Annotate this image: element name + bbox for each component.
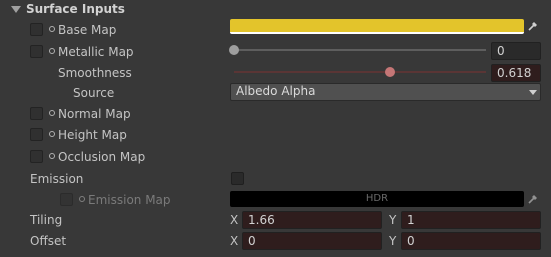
foldout-arrow-icon[interactable] <box>11 6 21 13</box>
occlusion-map-texture-slot[interactable] <box>30 150 43 163</box>
metallic-map-label: Metallic Map <box>58 45 134 59</box>
occlusion-map-label: Occlusion Map <box>58 150 146 164</box>
object-picker-icon[interactable] <box>49 110 55 116</box>
tiling-y-label: Y <box>389 213 397 227</box>
offset-x-label: X <box>230 234 239 248</box>
object-picker-icon[interactable] <box>49 131 55 137</box>
base-color-field[interactable] <box>230 19 524 34</box>
smoothness-slider-track[interactable] <box>234 71 486 73</box>
offset-label: Offset <box>30 234 67 248</box>
tiling-x-field[interactable]: 1.66 <box>242 211 382 229</box>
emission-color-field[interactable]: HDR <box>230 191 524 207</box>
object-picker-icon[interactable] <box>49 153 55 159</box>
smoothness-label: Smoothness <box>58 66 132 80</box>
metallic-slider-track[interactable] <box>234 49 486 51</box>
emission-label: Emission <box>30 172 84 186</box>
normal-map-texture-slot[interactable] <box>30 107 43 120</box>
source-selected-value: Albedo Alpha <box>236 84 316 98</box>
eyedropper-icon[interactable] <box>526 192 540 206</box>
emission-checkbox[interactable] <box>231 172 244 185</box>
height-map-label: Height Map <box>58 128 127 142</box>
base-map-texture-slot[interactable] <box>30 23 43 36</box>
object-picker-icon[interactable] <box>49 48 55 54</box>
eyedropper-icon[interactable] <box>526 19 540 33</box>
chevron-down-icon[interactable] <box>529 90 537 95</box>
source-label: Source <box>73 86 115 100</box>
offset-y-label: Y <box>389 234 397 248</box>
normal-map-label: Normal Map <box>58 107 131 121</box>
smoothness-slider-knob[interactable] <box>384 67 395 77</box>
base-map-label: Base Map <box>58 23 117 37</box>
object-picker-icon[interactable] <box>49 26 55 32</box>
emission-map-label: Emission Map <box>88 193 171 207</box>
hdr-label: HDR <box>365 193 389 204</box>
emission-map-texture-slot[interactable] <box>60 193 73 206</box>
tiling-x-label: X <box>230 213 239 227</box>
offset-y-field[interactable]: 0 <box>401 232 541 250</box>
tiling-label: Tiling <box>30 213 63 227</box>
object-picker-icon[interactable] <box>79 196 85 202</box>
height-map-texture-slot[interactable] <box>30 128 43 141</box>
offset-x-field[interactable]: 0 <box>242 232 382 250</box>
metallic-map-texture-slot[interactable] <box>30 45 43 58</box>
smoothness-value-field[interactable]: 0.618 <box>491 64 541 82</box>
metallic-value-field[interactable]: 0 <box>491 42 541 60</box>
metallic-slider-knob[interactable] <box>229 45 239 55</box>
source-dropdown[interactable]: Albedo Alpha <box>230 83 541 101</box>
section-title[interactable]: Surface Inputs <box>26 2 125 16</box>
tiling-y-field[interactable]: 1 <box>401 211 541 229</box>
